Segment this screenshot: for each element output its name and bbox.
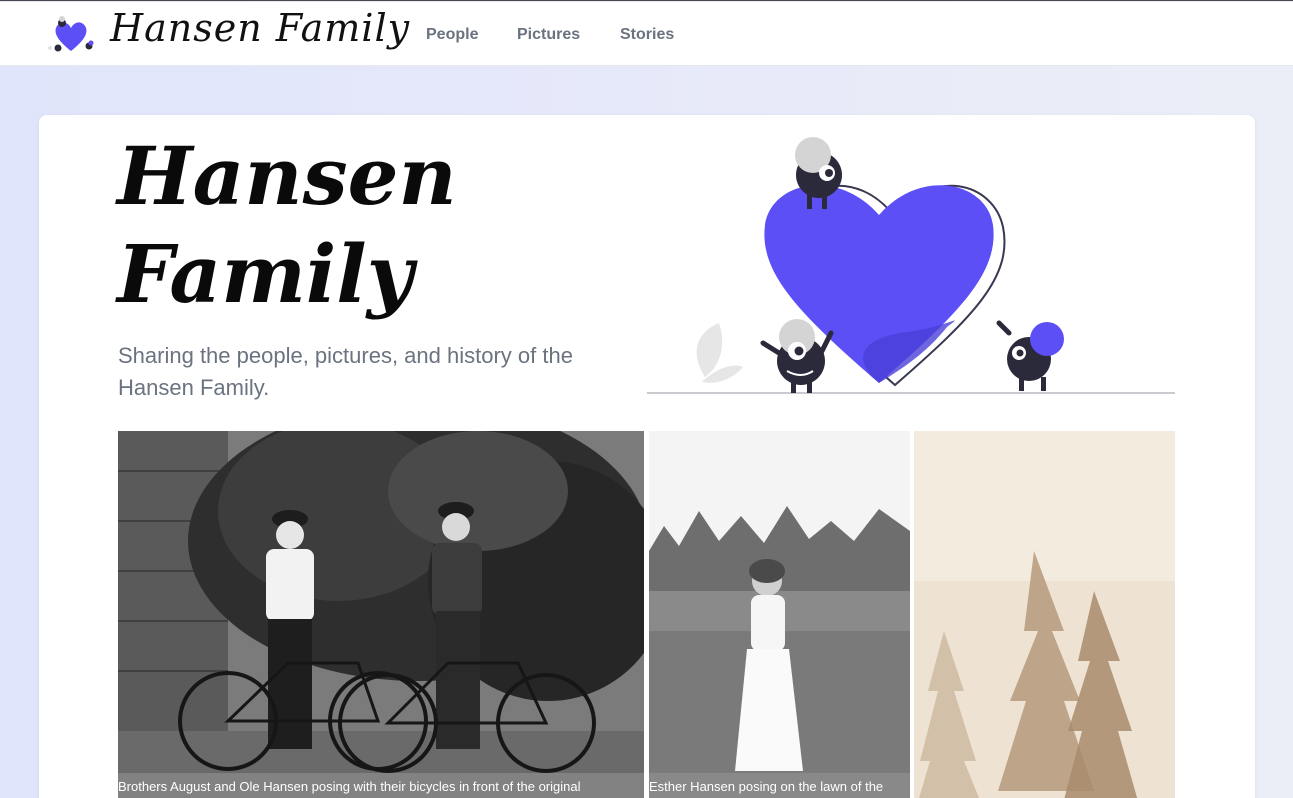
photo-esther-lawn (649, 431, 910, 798)
hero-card: Hansen Family Sharing the people, pictur… (39, 115, 1255, 798)
hero-subtitle: Sharing the people, pictures, and histor… (118, 343, 573, 400)
top-navbar: Hansen Family People Pictures Stories (0, 2, 1293, 66)
photo-caption: Esther Hansen posing on the lawn of the (649, 773, 910, 798)
photo-caption: Brothers August and Ole Hansen posing wi… (118, 773, 644, 798)
gallery-photo-esther[interactable]: Esther Hansen posing on the lawn of the (649, 431, 910, 798)
heart-logo-icon[interactable] (44, 15, 100, 55)
photo-sepia-trees (914, 431, 1175, 798)
gallery-photo-brothers[interactable]: Brothers August and Ole Hansen posing wi… (118, 431, 644, 798)
heart-monsters-illustration (647, 137, 1175, 394)
brand-name[interactable]: Hansen Family (110, 6, 410, 50)
nav-link-stories[interactable]: Stories (620, 26, 674, 44)
gallery-photo-trees[interactable] (914, 431, 1175, 798)
hero-title-line-1: Hansen (117, 129, 457, 223)
nav-link-pictures[interactable]: Pictures (517, 26, 580, 44)
hero-title-line-2: Family (117, 227, 414, 321)
nav-link-people[interactable]: People (426, 26, 478, 44)
photo-brothers-bicycles (118, 431, 644, 798)
hero-title: Hansen Family (117, 127, 537, 323)
